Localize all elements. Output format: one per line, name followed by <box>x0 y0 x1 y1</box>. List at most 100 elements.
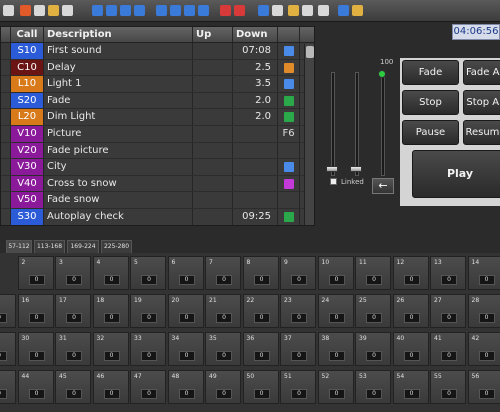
grid-cell[interactable]: 50 0 <box>242 370 279 404</box>
grid-cell[interactable]: 26 0 <box>392 294 429 328</box>
grid-cell[interactable]: 36 0 <box>242 332 279 366</box>
grid-cell[interactable]: 31 0 <box>55 332 91 366</box>
grid-cell[interactable]: 17 0 <box>55 294 91 328</box>
grid-cell[interactable]: 40 0 <box>392 332 429 366</box>
grid-cell[interactable]: 50 <box>130 256 166 290</box>
grid-cell[interactable]: 51 0 <box>280 370 316 404</box>
grid-cell[interactable]: 44 0 <box>17 370 54 404</box>
grid-cell[interactable]: 60 <box>167 256 204 290</box>
grid-cell[interactable]: 430 <box>0 370 16 404</box>
grid-cell[interactable]: 33 0 <box>130 332 166 366</box>
grid-cell[interactable]: 37 0 <box>280 332 316 366</box>
print-icon[interactable] <box>62 5 73 16</box>
page-tab[interactable]: 225-280 <box>101 240 132 253</box>
grid-cell[interactable]: 18 0 <box>92 294 129 328</box>
fade-button[interactable]: Fade <box>402 60 459 85</box>
cue-scrollbar[interactable] <box>304 44 314 225</box>
grid-cell[interactable]: 42 0 <box>467 332 500 366</box>
forward-icon[interactable] <box>170 5 181 16</box>
grid-cell[interactable]: 14 0 <box>467 256 500 290</box>
grid-cell[interactable]: 16 0 <box>17 294 54 328</box>
call-header[interactable]: Call <box>11 27 44 42</box>
page-tab[interactable]: 113-168 <box>34 240 65 253</box>
stop-icon[interactable] <box>234 5 245 16</box>
back-arrow-button[interactable]: ← <box>372 178 394 194</box>
grid-cell[interactable]: 30 0 <box>17 332 54 366</box>
grid-cell[interactable]: 49 0 <box>205 370 241 404</box>
cue-row[interactable]: L20 Dim Light 2.0 <box>1 109 314 126</box>
list-icon[interactable] <box>258 5 269 16</box>
bolt-icon[interactable] <box>288 5 299 16</box>
cue-row[interactable]: V30 City <box>1 159 314 176</box>
grid-cell[interactable]: 34 0 <box>167 332 204 366</box>
chart-icon[interactable] <box>302 5 313 16</box>
grid-cell[interactable]: 22 0 <box>242 294 279 328</box>
resume-button[interactable]: Resume <box>463 120 500 145</box>
grid-cell[interactable]: 28 0 <box>467 294 500 328</box>
master-fader-knob[interactable] <box>378 70 386 78</box>
grid-cell[interactable]: 47 0 <box>130 370 166 404</box>
grid-cell[interactable]: 46 0 <box>92 370 129 404</box>
insert-icon[interactable] <box>106 5 117 16</box>
cue-row[interactable]: S30 Autoplay check 09:25 <box>1 208 314 225</box>
grid-cell[interactable]: 20 0 <box>167 294 204 328</box>
copy-icon[interactable] <box>34 5 45 16</box>
up-header[interactable]: Up <box>193 27 233 42</box>
grid-cell[interactable]: 10 0 <box>317 256 354 290</box>
grid-cell[interactable]: 48 0 <box>167 370 204 404</box>
grid-cell[interactable]: 41 0 <box>430 332 466 366</box>
grid-cell[interactable]: 25 0 <box>355 294 391 328</box>
stop-all-button[interactable]: Stop All <box>463 90 500 115</box>
paste-icon[interactable] <box>48 5 59 16</box>
bell-icon[interactable] <box>352 5 363 16</box>
back-icon[interactable] <box>156 5 167 16</box>
globe-icon[interactable] <box>338 5 349 16</box>
pause-button[interactable]: Pause <box>402 120 459 145</box>
grid-cell[interactable]: 54 0 <box>392 370 429 404</box>
remove-icon[interactable] <box>120 5 131 16</box>
grid-cell[interactable]: 12 0 <box>392 256 429 290</box>
fader-knob-2[interactable] <box>350 166 362 172</box>
grid-cell[interactable]: 40 <box>92 256 129 290</box>
fader-knob-1[interactable] <box>326 166 338 172</box>
fader-track-2[interactable] <box>355 72 359 176</box>
grid-cell[interactable]: 23 0 <box>280 294 316 328</box>
grid-cell[interactable]: 38 0 <box>317 332 354 366</box>
cue-row[interactable]: C10 Delay 2.5 <box>1 59 314 77</box>
grid-cell[interactable]: 90 <box>280 256 316 290</box>
grid-cell[interactable]: 11 0 <box>355 256 391 290</box>
cue-row[interactable]: V10 Picture F6 <box>1 125 314 143</box>
grid-cell[interactable]: 24 0 <box>317 294 354 328</box>
grid-cell[interactable]: 45 0 <box>55 370 91 404</box>
cue-row[interactable]: V40 Cross to snow <box>1 175 314 193</box>
grid-cell[interactable]: 39 0 <box>355 332 391 366</box>
image-icon[interactable] <box>318 5 329 16</box>
page-tab[interactable]: 57-112 <box>6 240 32 253</box>
cue-row[interactable]: S20 Fade 2.0 <box>1 92 314 110</box>
cue-row[interactable]: S10 First sound 07:08 <box>1 43 314 60</box>
grid-icon[interactable] <box>272 5 283 16</box>
grid-cell[interactable]: 20 <box>17 256 54 290</box>
scroll-thumb[interactable] <box>306 46 314 58</box>
cue-row[interactable]: L10 Light 1 3.5 <box>1 76 314 93</box>
add-icon[interactable] <box>92 5 103 16</box>
save-icon[interactable] <box>20 5 31 16</box>
grid-cell[interactable]: 21 0 <box>205 294 241 328</box>
grid-cell[interactable]: 19 0 <box>130 294 166 328</box>
grid-cell[interactable]: 80 <box>242 256 279 290</box>
grid-cell[interactable]: 27 0 <box>430 294 466 328</box>
grid-cell[interactable]: 70 <box>205 256 241 290</box>
grid-cell[interactable]: 53 0 <box>355 370 391 404</box>
fade-all-button[interactable]: Fade All <box>463 60 500 85</box>
close-icon[interactable] <box>220 5 231 16</box>
cue-row[interactable]: V20 Fade picture <box>1 142 314 160</box>
grid-cell[interactable]: 290 <box>0 332 16 366</box>
cue-row[interactable]: V50 Fade snow <box>1 192 314 209</box>
stop-button[interactable]: Stop <box>402 90 459 115</box>
grid-cell[interactable]: 55 0 <box>430 370 466 404</box>
grid-cell[interactable]: 150 <box>0 294 16 328</box>
document-icon[interactable] <box>3 5 14 16</box>
description-header[interactable]: Description <box>44 27 193 42</box>
refresh-icon[interactable] <box>184 5 195 16</box>
minus-icon[interactable] <box>134 5 145 16</box>
